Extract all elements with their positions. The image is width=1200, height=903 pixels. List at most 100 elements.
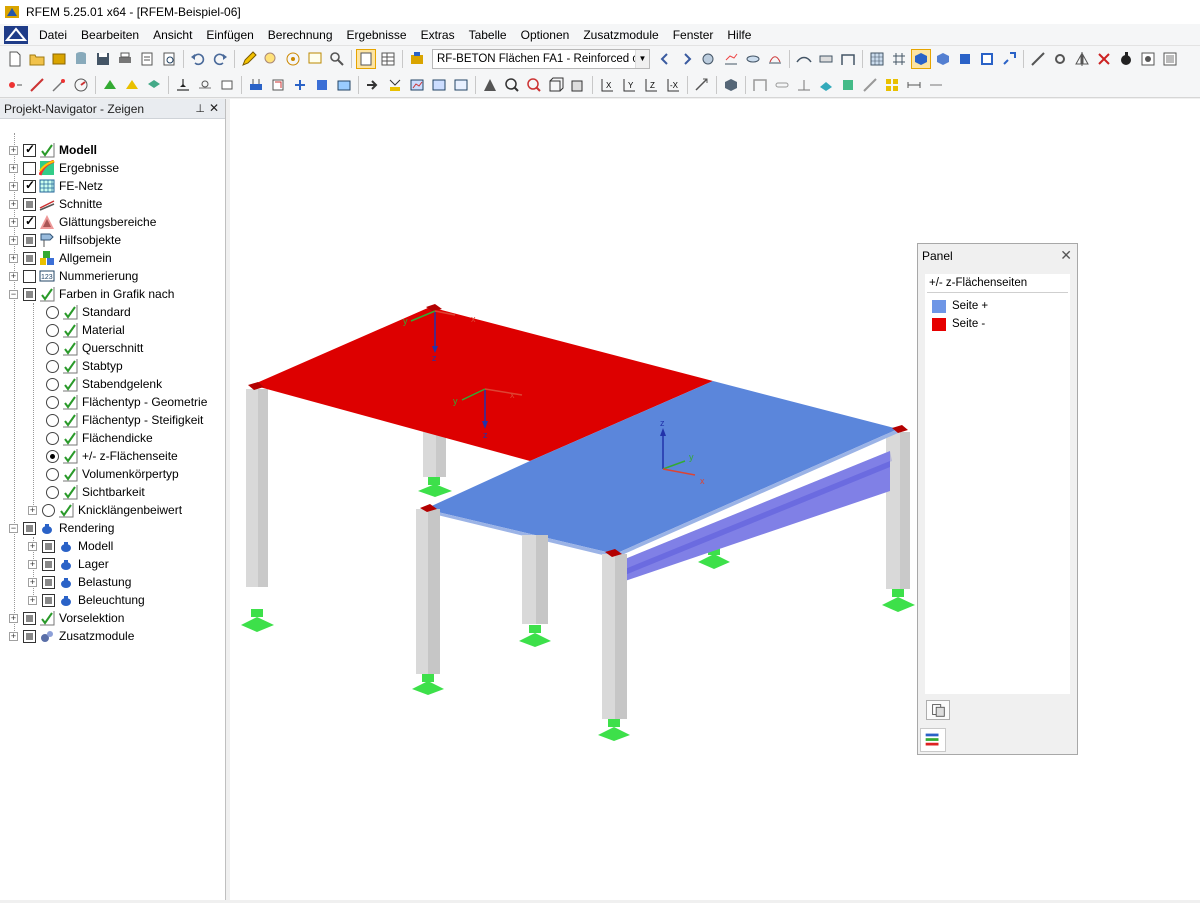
results-show-icon[interactable] xyxy=(744,50,762,68)
expand-icon[interactable]: + xyxy=(9,145,18,155)
menu-fenster[interactable]: Fenster xyxy=(666,24,721,46)
load-case-icon[interactable] xyxy=(269,76,287,94)
database-icon[interactable] xyxy=(72,50,90,68)
menu-datei[interactable]: Datei xyxy=(32,24,74,46)
menu-extras[interactable]: Extras xyxy=(414,24,462,46)
column-back-middle[interactable] xyxy=(423,432,446,477)
tree-item-z-flaechenseite[interactable]: +/- z-Flächenseite xyxy=(46,447,178,465)
column-front-right[interactable] xyxy=(602,554,627,719)
expand-icon[interactable]: + xyxy=(9,235,18,245)
radio-button[interactable] xyxy=(42,503,55,517)
solid-display-icon[interactable] xyxy=(839,76,857,94)
deformation-icon[interactable] xyxy=(795,50,813,68)
undo-icon[interactable] xyxy=(189,50,207,68)
tree-item-glaettungsbereiche[interactable]: + Glättungsbereiche xyxy=(9,213,156,231)
tree-item-nummerierung[interactable]: + 123 Nummerierung xyxy=(9,267,138,285)
tree-item-flaechentyp-steifigkeit[interactable]: Flächentyp - Steifigkeit xyxy=(46,411,203,429)
menu-optionen[interactable]: Optionen xyxy=(514,24,577,46)
results-section-icon[interactable] xyxy=(452,76,470,94)
close-icon[interactable]: ✕ xyxy=(1060,247,1072,264)
panel-tab-color-scale[interactable] xyxy=(920,728,946,752)
checkbox[interactable] xyxy=(23,197,36,211)
new-hinge-icon[interactable] xyxy=(196,76,214,94)
tree-item-flaechentyp-geometrie[interactable]: Flächentyp - Geometrie xyxy=(46,393,207,411)
menu-tabelle[interactable]: Tabelle xyxy=(462,24,514,46)
module-icon[interactable] xyxy=(408,50,426,68)
view-iso-icon[interactable] xyxy=(911,49,931,69)
surface-display-icon[interactable] xyxy=(817,76,835,94)
support-back-left[interactable] xyxy=(241,609,274,632)
axis-x-icon[interactable]: X xyxy=(598,76,616,94)
load-icon[interactable] xyxy=(247,76,265,94)
expand-icon[interactable]: + xyxy=(28,559,37,569)
expand-icon[interactable]: + xyxy=(9,631,18,641)
tree-item-zusatzmodule[interactable]: + Zusatzmodule xyxy=(9,627,134,645)
new-line-options-icon[interactable] xyxy=(50,76,68,94)
support-front-middle[interactable] xyxy=(519,625,551,647)
print-icon[interactable] xyxy=(116,50,134,68)
results-max-icon[interactable] xyxy=(766,50,784,68)
tree-item-belastung[interactable]: + Belastung xyxy=(28,573,131,591)
menu-berechnung[interactable]: Berechnung xyxy=(261,24,340,46)
tree-item-flaechendicke[interactable]: Flächendicke xyxy=(46,429,153,447)
view-zoom-icon[interactable] xyxy=(1000,50,1018,68)
tree-item-vorselektion[interactable]: + Vorselektion xyxy=(9,609,124,627)
view-y-icon[interactable] xyxy=(956,50,974,68)
column-front-middle[interactable] xyxy=(522,535,548,624)
line-display-icon[interactable] xyxy=(861,76,879,94)
expand-icon[interactable]: + xyxy=(28,505,37,515)
checkbox[interactable] xyxy=(23,629,36,643)
checkbox[interactable] xyxy=(23,251,36,265)
checkbox[interactable] xyxy=(42,557,55,571)
checkbox[interactable] xyxy=(23,178,36,193)
menu-ergebnisse[interactable]: Ergebnisse xyxy=(340,24,414,46)
checkbox[interactable] xyxy=(23,521,36,535)
view-z-icon[interactable] xyxy=(978,50,996,68)
radio-button[interactable] xyxy=(46,485,59,499)
expand-icon[interactable]: + xyxy=(9,271,18,281)
tree-item-querschnitt[interactable]: Querschnitt xyxy=(46,339,143,357)
radio-button[interactable] xyxy=(46,413,59,427)
radio-button[interactable] xyxy=(46,305,59,319)
checkbox[interactable] xyxy=(42,593,55,607)
load-combination-icon[interactable] xyxy=(291,76,309,94)
radio-button[interactable] xyxy=(46,323,59,337)
expand-icon[interactable]: + xyxy=(9,217,18,227)
new-surface-icon[interactable] xyxy=(101,76,119,94)
open-project-icon[interactable] xyxy=(50,50,68,68)
zoom-icon[interactable] xyxy=(262,50,280,68)
tree-item-stabendgelenk[interactable]: Stabendgelenk xyxy=(46,375,162,393)
results-icon[interactable] xyxy=(700,50,718,68)
chevron-down-icon[interactable]: ▼ xyxy=(635,50,649,68)
dimension-icon[interactable] xyxy=(905,76,923,94)
checkbox[interactable] xyxy=(23,214,36,229)
new-node-icon[interactable] xyxy=(6,76,24,94)
tree-item-rendering-modell[interactable]: + Modell xyxy=(28,537,113,555)
new-opening-icon[interactable] xyxy=(123,76,141,94)
expand-icon[interactable]: + xyxy=(28,595,37,605)
view-wireframe-icon[interactable] xyxy=(569,76,587,94)
view-box-icon[interactable] xyxy=(547,76,565,94)
checkbox[interactable] xyxy=(23,233,36,247)
axis-z-icon[interactable]: Z xyxy=(642,76,660,94)
axis-neg-x-icon[interactable]: -X xyxy=(664,76,682,94)
render-icon[interactable] xyxy=(1117,50,1135,68)
zoom-in-icon[interactable] xyxy=(503,76,521,94)
tree-item-fe-netz[interactable]: + FE-Netz xyxy=(9,177,103,195)
tree-item-knicklaengenbeiwert[interactable]: + Knicklängenbeiwert xyxy=(28,501,182,519)
grid-display-icon[interactable] xyxy=(883,76,901,94)
checkbox[interactable] xyxy=(42,539,55,553)
redo-icon[interactable] xyxy=(211,50,229,68)
results-table-icon[interactable] xyxy=(430,76,448,94)
checkbox[interactable] xyxy=(23,611,36,625)
tree-item-material[interactable]: Material xyxy=(46,321,125,339)
new-solid-icon[interactable] xyxy=(145,76,163,94)
column-front-left[interactable] xyxy=(416,509,440,674)
radio-button[interactable] xyxy=(46,467,59,481)
checkbox[interactable] xyxy=(23,161,36,175)
support-back-middle[interactable] xyxy=(418,477,452,497)
tree-item-farben-in-grafik[interactable]: − Farben in Grafik nach xyxy=(9,285,174,303)
calculate-all-icon[interactable] xyxy=(386,76,404,94)
tree-item-hilfsobjekte[interactable]: + Hilfsobjekte xyxy=(9,231,121,249)
new-member-icon[interactable] xyxy=(72,76,90,94)
